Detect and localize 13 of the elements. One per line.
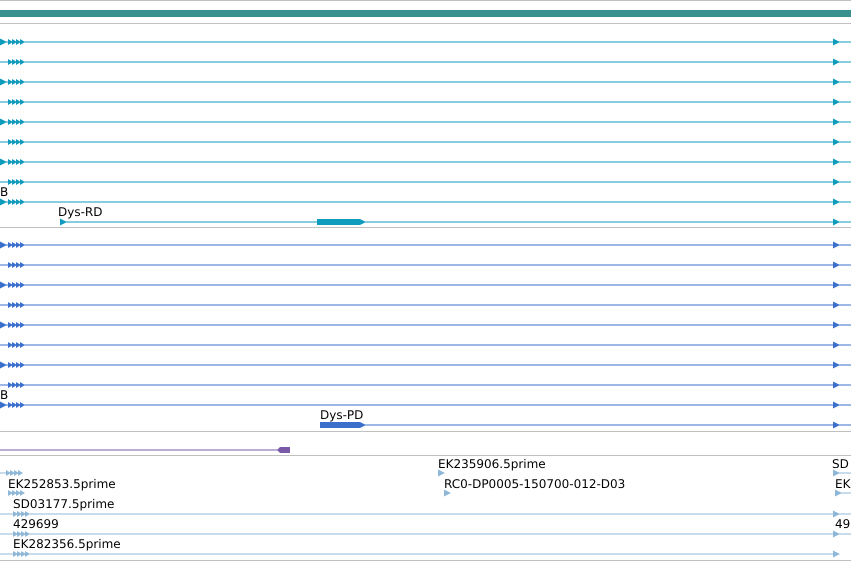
feature-label: EK252853.5prime (8, 477, 116, 491)
feature-label: Dys-RD (58, 205, 103, 219)
feature-label: SD (832, 457, 849, 471)
feature-label: EK (835, 477, 850, 491)
feature-label: 49 (835, 517, 850, 531)
feature-label: EK282356.5prime (13, 537, 121, 551)
feature-label: 429699 (13, 517, 59, 531)
feature-label: RC0-DP0005-150700-012-D03 (444, 477, 626, 491)
feature-label: EK235906.5prime (438, 457, 546, 471)
feature-label: B (0, 388, 8, 402)
feature-label: B (0, 185, 8, 199)
feature-label: SD03177.5prime (13, 497, 114, 511)
feature-label: Dys-PD (320, 408, 364, 422)
